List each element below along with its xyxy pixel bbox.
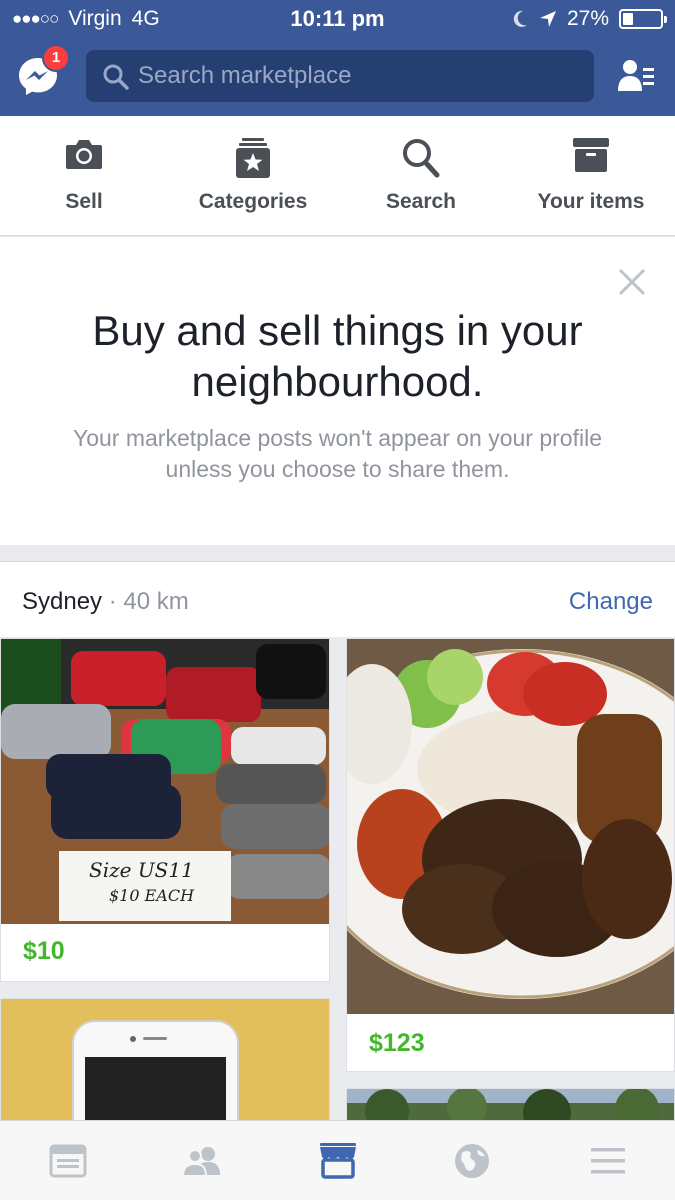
battery-percent: 27%: [566, 7, 609, 30]
sell-button[interactable]: Sell: [24, 116, 144, 236]
notifications-globe-icon[interactable]: [452, 1141, 492, 1181]
location-separator: ·: [108, 588, 117, 615]
marketplace-search-bar[interactable]: [86, 50, 594, 102]
status-bar: ●●●○○ Virgin 4G 10:11 pm 27%: [0, 0, 675, 38]
do-not-disturb-moon-icon: [513, 10, 527, 27]
location-label: Sydney · 40 km: [22, 588, 189, 616]
search-button[interactable]: Search: [361, 116, 481, 236]
categories-icon: [236, 138, 270, 178]
shoes-photo: Size US11 $10 EACH: [1, 639, 329, 924]
search-input[interactable]: [138, 50, 578, 102]
battery-icon: [619, 9, 667, 29]
search-label: Search: [385, 190, 457, 213]
change-location-link[interactable]: Change: [569, 588, 653, 616]
friends-icon[interactable]: [182, 1141, 222, 1181]
listing-price: $123: [369, 1029, 425, 1057]
top-bar: ●●●○○ Virgin 4G 10:11 pm 27% 1: [0, 0, 675, 116]
profile-settings-icon[interactable]: [617, 58, 655, 94]
marketplace-actions-bar: Sell Categories Search Your items: [0, 116, 675, 236]
location-bar: Sydney · 40 km Change: [0, 561, 675, 637]
listing-card[interactable]: [0, 998, 330, 1139]
location-arrow-icon: [539, 11, 556, 27]
phone-photo: [1, 999, 329, 1139]
location-distance: 40 km: [123, 588, 189, 615]
messenger-badge: 1: [42, 44, 70, 72]
listing-price: $10: [23, 937, 65, 965]
sell-label: Sell: [65, 190, 103, 213]
listing-card[interactable]: Size US11 $10 EACH $10: [0, 638, 330, 982]
price-sign-line1: Size US11: [89, 858, 194, 882]
intro-subtitle: Your marketplace posts won't appear on y…: [72, 425, 602, 482]
your-items-button[interactable]: Your items: [520, 116, 662, 236]
listing-card[interactable]: $123: [346, 638, 675, 1072]
camera-icon: [66, 140, 102, 169]
search-icon: [403, 139, 440, 178]
your-items-label: Your items: [537, 190, 645, 213]
bottom-tab-bar: [0, 1120, 675, 1200]
archive-box-icon: [573, 138, 609, 172]
location-city: Sydney: [22, 588, 103, 615]
categories-button[interactable]: Categories: [183, 116, 323, 236]
close-icon[interactable]: [617, 267, 647, 297]
marketplace-intro-card: Buy and sell things in your neighbourhoo…: [0, 237, 675, 545]
categories-label: Categories: [198, 190, 308, 213]
intro-title: Buy and sell things in your neighbourhoo…: [92, 307, 583, 405]
news-feed-icon[interactable]: [48, 1141, 88, 1181]
food-plate-photo: [347, 639, 674, 1014]
marketplace-icon[interactable]: [318, 1141, 358, 1181]
search-icon: [103, 64, 129, 90]
price-sign-line2: $10 EACH: [109, 886, 195, 905]
menu-icon[interactable]: [588, 1141, 628, 1181]
